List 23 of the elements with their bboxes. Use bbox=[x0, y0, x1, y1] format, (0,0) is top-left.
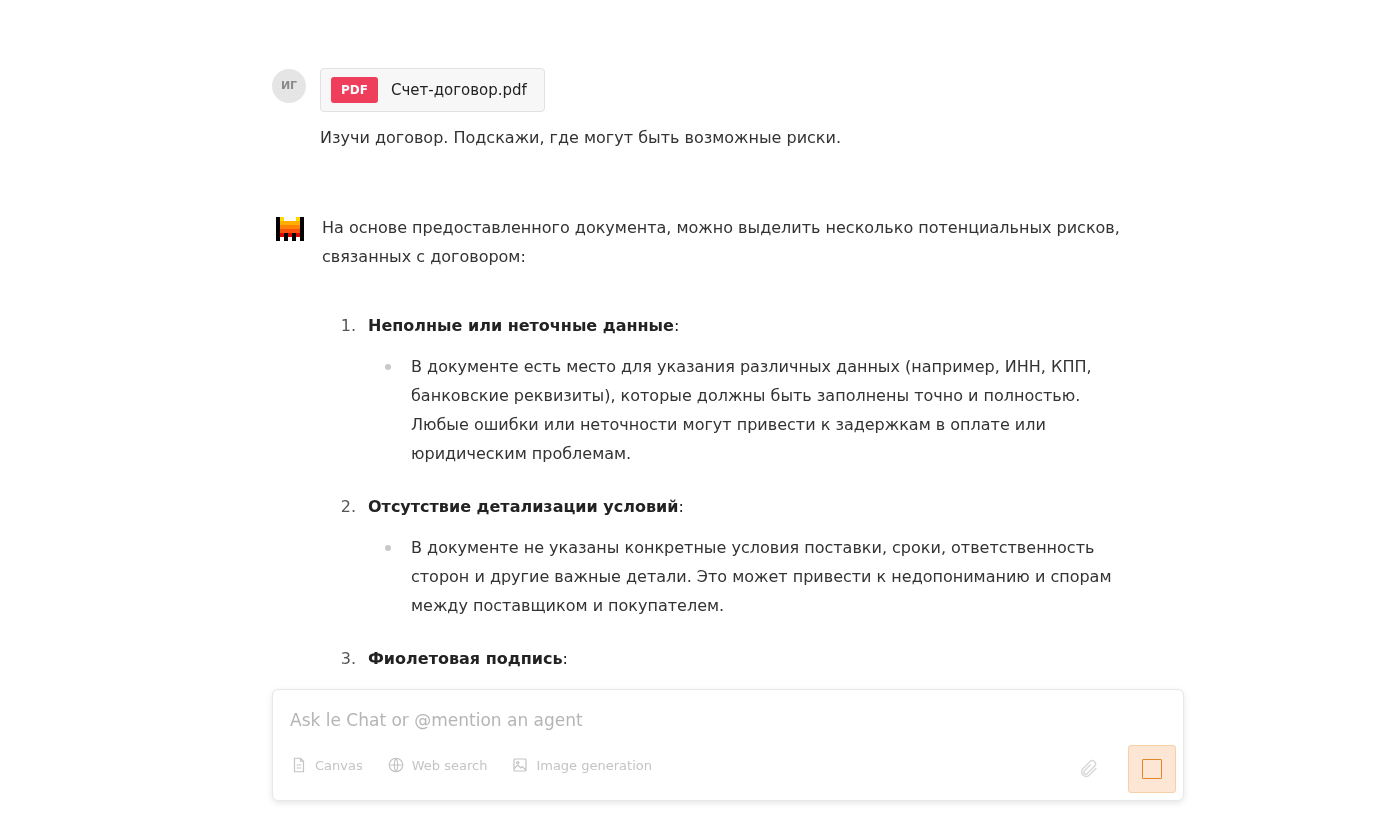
message-input[interactable]: Ask le Chat or @mention an agent bbox=[290, 708, 1090, 734]
list-item-title: Неполные или неточные данные: bbox=[368, 315, 680, 337]
file-attachment[interactable]: PDF Счет-договор.pdf bbox=[320, 68, 545, 112]
logo-icon bbox=[276, 217, 304, 241]
user-message-text: Изучи договор. Подскажи, где могут быть возможные риски. bbox=[320, 127, 841, 149]
paperclip-icon[interactable] bbox=[1078, 758, 1100, 780]
list-number: 3. bbox=[339, 648, 357, 670]
list-item-title: Отсутствие детализации условий: bbox=[368, 496, 684, 518]
list-item-title: Фиолетовая подпись: bbox=[368, 648, 568, 670]
bullet-text: В документе не указаны конкретные условия поставки, сроки, ответственность сторон и другие важные детали. Это может привести к недопониманию и спорам между поставщиком и покупателем. bbox=[411, 537, 1113, 617]
assistant-intro-text: На основе предоставленного документа, можно выделить несколько потенциальных рисков, связанных с договором: bbox=[322, 217, 1121, 268]
file-name: Счет-договор.pdf bbox=[390, 79, 527, 101]
globe-icon bbox=[386, 756, 405, 775]
image-icon bbox=[511, 756, 530, 775]
list-number: 1. bbox=[339, 315, 357, 337]
bullet-icon bbox=[385, 545, 391, 551]
pdf-badge: PDF bbox=[331, 77, 378, 103]
list-number: 2. bbox=[339, 496, 357, 518]
bullet-text: В документе есть место для указания различных данных (например, ИНН, КПП, банковские реквизиты), которые должны быть заполнены точно и полностью. Любые ошибки или неточности могут привести к задержкам в оплате или юридическим проблемам. bbox=[411, 356, 1093, 465]
stop-button[interactable] bbox=[1128, 745, 1176, 793]
bullet-icon bbox=[385, 364, 391, 370]
stop-icon bbox=[1142, 759, 1162, 779]
user-avatar: ИГ bbox=[272, 69, 306, 103]
